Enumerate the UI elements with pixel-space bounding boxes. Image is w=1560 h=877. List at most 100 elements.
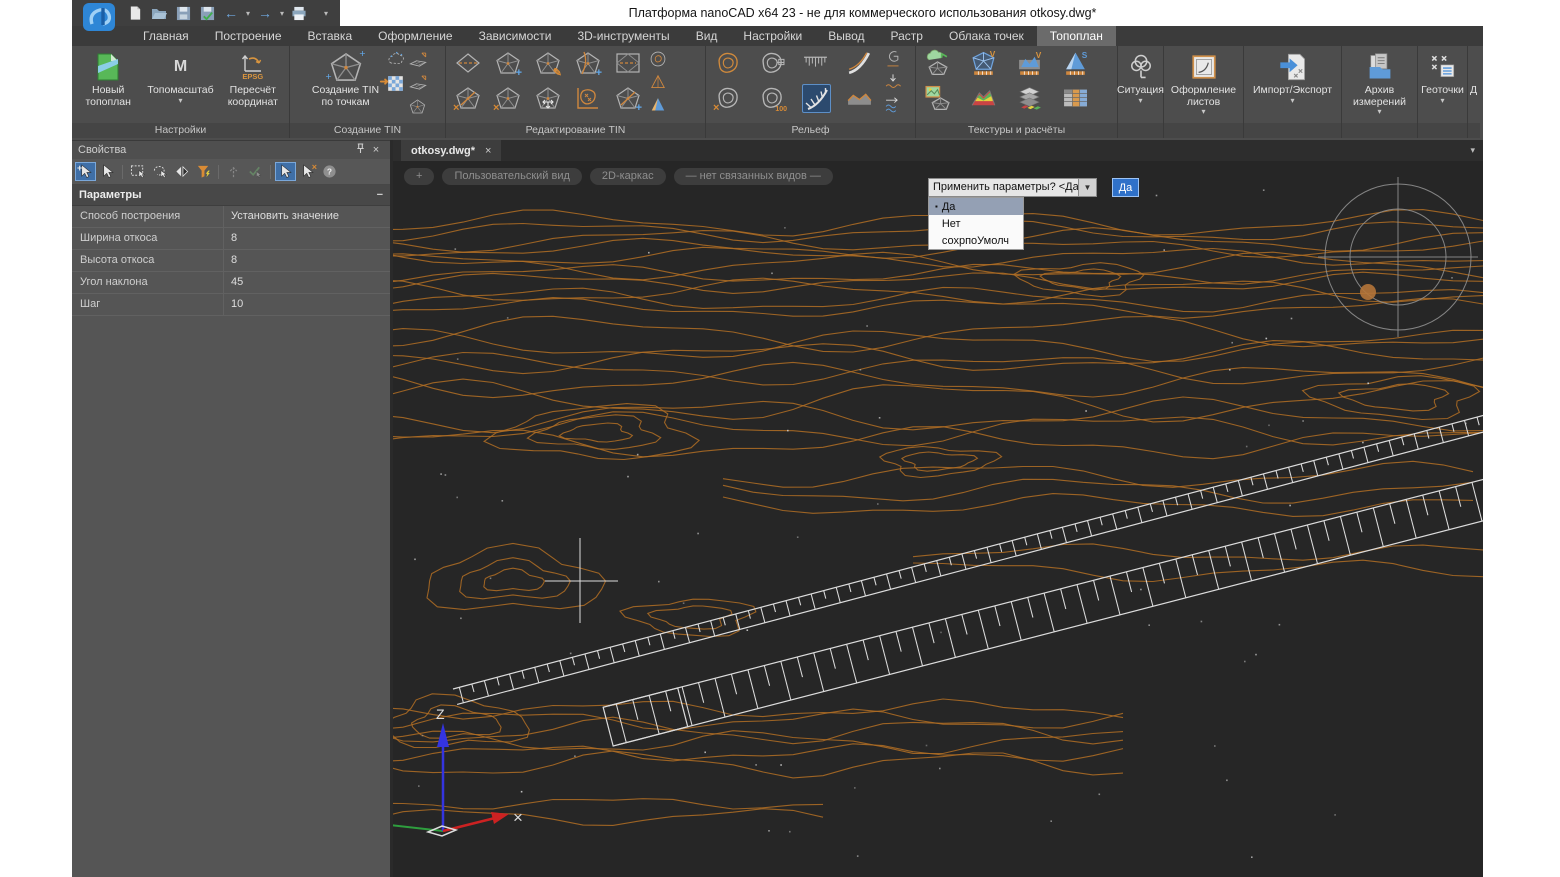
tin-pyramid-outline-button[interactable] — [648, 72, 668, 92]
parameter-row[interactable]: Высота откоса 8 — [72, 250, 390, 272]
selection-filter-button[interactable] — [193, 162, 214, 181]
ribbon-tab[interactable]: Облака точек — [936, 26, 1037, 46]
prompt-option[interactable]: ▪ сохрпоУмолч — [929, 232, 1023, 249]
parameter-value[interactable]: 45 — [224, 272, 390, 293]
import-export-button[interactable]: Импорт/Экспорт ▾ — [1246, 47, 1339, 121]
geopoints-button[interactable]: Геоточки ▾ — [1420, 47, 1465, 121]
ribbon-collapse-chevron-icon[interactable]: ▾ — [1470, 145, 1475, 156]
tin-delete-edge-button[interactable]: × — [454, 84, 481, 111]
parameter-row[interactable]: Ширина откоса 8 — [72, 228, 390, 250]
pin-icon[interactable] — [352, 143, 368, 157]
tin-add-breakline-button[interactable]: + — [574, 49, 601, 76]
tin-swap-edge-button[interactable] — [454, 49, 481, 76]
tin-pyramid-solid-button[interactable] — [648, 95, 668, 115]
parameter-row[interactable]: Угол наклона 45 — [72, 272, 390, 294]
berg-strokes-button[interactable] — [802, 49, 829, 76]
add-selection-cursor-button[interactable]: + — [75, 162, 96, 181]
parameters-section-header[interactable]: Параметры − — [72, 185, 390, 206]
calc-table-button[interactable] — [1062, 84, 1089, 111]
drape-on-surface-button[interactable] — [883, 72, 903, 92]
tin-surface-import-button[interactable] — [408, 50, 428, 70]
parameter-row[interactable]: Способ построения Установить значение — [72, 206, 390, 228]
tin-from-raster-button[interactable]: ➜ — [386, 73, 406, 93]
new-file-button[interactable] — [126, 4, 144, 22]
ribbon-tab[interactable]: Вид — [683, 26, 731, 46]
contour-label-button[interactable] — [758, 49, 785, 76]
parameter-value[interactable]: 10 — [224, 294, 390, 315]
ribbon-tab[interactable]: Растр — [878, 26, 936, 46]
new-topoplan-button[interactable]: Новый топоплан — [74, 47, 142, 121]
tin-boundary-circle-button[interactable] — [648, 49, 668, 69]
lasso-select-button[interactable] — [149, 162, 170, 181]
volume-mesh-button[interactable]: V — [970, 49, 997, 76]
tin-from-cloud-button[interactable] — [386, 50, 406, 70]
parameter-value[interactable]: 8 — [224, 228, 390, 249]
tin-edit-point-button[interactable]: ✎ — [534, 49, 561, 76]
select-cursor-button[interactable] — [97, 162, 118, 181]
contours-create-button[interactable] — [714, 49, 741, 76]
recalc-coordinates-button[interactable]: EPSG Пересчёт координат — [219, 47, 287, 121]
move-selection-button[interactable] — [223, 162, 244, 181]
highlight-cursor-button[interactable] — [275, 162, 296, 181]
prompt-field[interactable]: Применить параметры? <Да> — [928, 178, 1079, 197]
ribbon-tab[interactable]: Вставка — [295, 26, 366, 46]
viewport-control-pill[interactable]: + — [404, 168, 434, 185]
open-file-button[interactable] — [150, 4, 168, 22]
clear-selection-button[interactable]: × — [297, 162, 318, 181]
viewport-control-pill[interactable]: 2D-каркас — [590, 168, 666, 185]
ribbon-tab[interactable]: 3D-инструменты — [564, 26, 682, 46]
parameter-row[interactable]: Шаг 10 — [72, 294, 390, 316]
ribbon-tab[interactable]: Настройки — [730, 26, 815, 46]
apply-selection-button[interactable] — [245, 162, 266, 181]
parameter-value[interactable]: Установить значение — [224, 206, 390, 227]
smooth-contour-button[interactable] — [846, 49, 873, 76]
help-button[interactable]: ? — [319, 162, 340, 181]
collapse-icon[interactable]: − — [377, 189, 383, 201]
tin-add-edge-button[interactable]: + — [614, 84, 641, 111]
tin-delete-point-button[interactable]: × — [494, 84, 521, 111]
ribbon-tab[interactable]: Оформление — [365, 26, 465, 46]
close-tab-icon[interactable]: × — [485, 145, 491, 157]
undo-button[interactable]: ← — [222, 4, 240, 22]
tin-from-objects-button[interactable] — [408, 96, 428, 116]
close-icon[interactable]: × — [368, 144, 384, 156]
save-all-button[interactable] — [198, 4, 216, 22]
prompt-dropdown-arrow-icon[interactable]: ▼ — [1079, 178, 1097, 197]
slope-tool-button[interactable] — [802, 84, 831, 113]
tin-hole-button[interactable] — [574, 84, 601, 111]
surface-area-button[interactable]: S — [1062, 49, 1089, 76]
tin-clip-boundary-button[interactable] — [614, 49, 641, 76]
tin-add-point-button[interactable]: + — [494, 49, 521, 76]
measurement-archive-button[interactable]: Архив измерений ▾ — [1344, 47, 1415, 121]
contour-elevation-button[interactable]: 100 — [758, 84, 785, 111]
tin-surface-export-button[interactable] — [408, 73, 428, 93]
drawing-canvas[interactable]: Z× +Пользовательский вид2D-каркас— нет с… — [393, 161, 1483, 877]
viewport-control-pill[interactable]: — нет связанных видов — — [674, 168, 833, 185]
rect-select-button[interactable] — [127, 162, 148, 181]
volume-between-surfaces-button[interactable]: V — [1016, 49, 1043, 76]
save-button[interactable] — [174, 4, 192, 22]
topo-scale-button[interactable]: M Топомасштаб ▾ — [142, 47, 218, 121]
parameter-value[interactable]: 8 — [224, 250, 390, 271]
situation-button[interactable]: Ситуация ▾ — [1119, 47, 1163, 121]
document-tab[interactable]: otkosy.dwg* × — [401, 140, 501, 161]
invert-selection-button[interactable] — [171, 162, 192, 181]
tin-move-point-button[interactable] — [534, 84, 561, 111]
sheet-layout-button[interactable]: Оформление листов ▾ — [1166, 47, 1241, 121]
create-tin-by-points-button[interactable]: + + Создание TIN по точкам — [307, 47, 385, 121]
ribbon-tab[interactable]: Вывод — [815, 26, 877, 46]
height-colormap-button[interactable] — [970, 84, 997, 111]
viewport-control-pill[interactable]: Пользовательский вид — [442, 168, 581, 185]
prompt-option[interactable]: ▪ Нет — [929, 215, 1023, 232]
prompt-option[interactable]: ▪ Да — [929, 198, 1023, 215]
section-curve-button[interactable] — [883, 49, 903, 69]
contour-delete-button[interactable]: × — [714, 84, 741, 111]
ribbon-tab[interactable]: Зависимости — [466, 26, 565, 46]
ribbon-tab[interactable]: Топоплан — [1037, 26, 1116, 46]
texture-from-web-button[interactable] — [924, 49, 951, 76]
flow-arrows-button[interactable] — [883, 95, 903, 115]
ribbon-tab[interactable]: Главная — [130, 26, 202, 46]
texture-from-image-button[interactable] — [924, 84, 951, 111]
surface-layers-button[interactable] — [1016, 84, 1043, 111]
terrain-profile-button[interactable] — [846, 84, 873, 111]
